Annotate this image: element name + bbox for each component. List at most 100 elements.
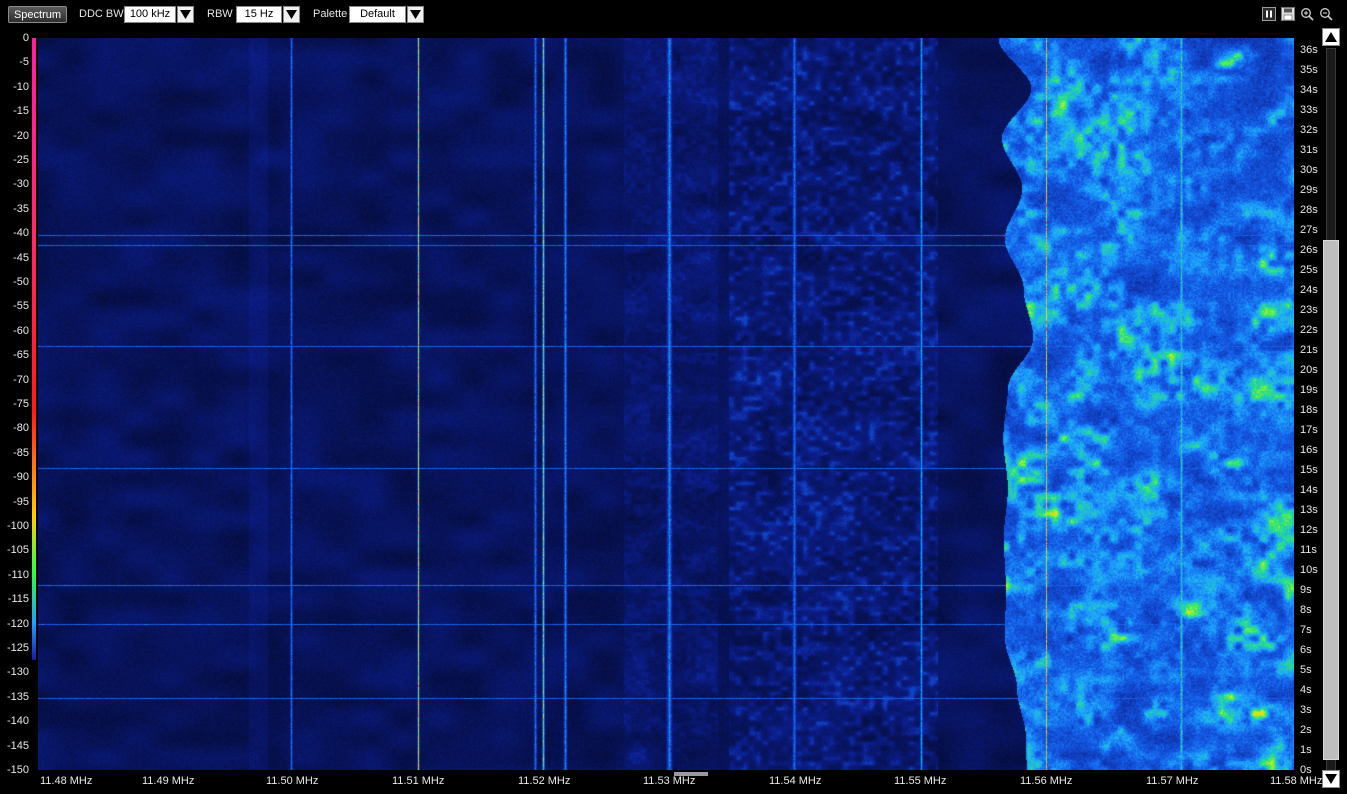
toolbar: Spectrum DDC BW 100 kHz RBW 15 Hz Palett… [0, 0, 1347, 28]
db-tick-label: -25 [13, 154, 29, 166]
waterfall-display[interactable] [38, 38, 1294, 770]
ddc-bw-select[interactable]: 100 kHz [124, 6, 176, 23]
vertical-scrollbar[interactable] [1322, 28, 1340, 794]
time-tick-label: 35s [1300, 64, 1318, 76]
db-tick-label: -75 [13, 398, 29, 410]
db-tick-label: -120 [6, 617, 29, 630]
triangle-down-icon [1325, 774, 1337, 784]
db-tick-label: -60 [13, 324, 29, 337]
db-tick-label: -20 [13, 129, 29, 142]
palette-dropdown-button[interactable] [407, 6, 424, 23]
db-tick-label: -40 [13, 227, 29, 240]
triangle-down-icon [180, 10, 191, 19]
scroll-thumb[interactable] [1323, 240, 1339, 760]
db-tick-label: -130 [6, 666, 29, 679]
db-tick-label: -140 [6, 715, 29, 728]
db-tick-label: -15 [13, 105, 29, 118]
db-tick-label: -95 [13, 495, 29, 508]
db-tick-label: -100 [6, 520, 29, 532]
frequency-tick-label: 11.48 MHz [40, 775, 93, 787]
db-tick-label: -150 [6, 764, 29, 776]
time-tick-label: 15s [1300, 464, 1318, 476]
rbw-label: RBW [207, 8, 233, 20]
db-tick-label: -85 [13, 446, 29, 459]
triangle-up-icon [1325, 32, 1337, 42]
db-tick-label: -10 [13, 80, 29, 93]
time-tick-label: 9s [1300, 584, 1312, 596]
time-tick-label: 14s [1300, 484, 1318, 496]
scroll-up-button[interactable] [1322, 28, 1340, 46]
save-icon[interactable] [1281, 7, 1295, 21]
time-tick-label: 29s [1300, 184, 1318, 196]
triangle-down-icon [286, 10, 297, 19]
frequency-tick-label: 11.54 MHz [769, 775, 822, 787]
time-tick-label: 10s [1300, 564, 1318, 576]
db-tick-label: -55 [13, 300, 29, 313]
time-tick-label: 7s [1300, 624, 1312, 636]
db-tick-label: -45 [13, 251, 29, 264]
db-tick-label: -90 [13, 471, 29, 484]
frequency-tick-label: 11.52 MHz [518, 775, 571, 787]
db-tick-label: -5 [19, 56, 29, 69]
ddc-bw-dropdown-button[interactable] [177, 6, 194, 23]
pause-icon[interactable] [1262, 7, 1276, 21]
time-tick-label: 18s [1300, 404, 1318, 416]
rbw-select[interactable]: 15 Hz [236, 6, 282, 23]
time-tick-label: 28s [1300, 204, 1318, 216]
horizontal-scroll-thumb[interactable] [674, 772, 708, 776]
frequency-tick-label: 11.57 MHz [1146, 775, 1199, 787]
spectrum-button[interactable]: Spectrum [8, 6, 67, 23]
frequency-tick-label: 11.55 MHz [894, 775, 947, 787]
time-tick-label: 34s [1300, 84, 1318, 96]
db-tick-label: -30 [13, 178, 29, 191]
time-tick-label: 3s [1300, 704, 1312, 716]
time-tick-label: 26s [1300, 244, 1318, 256]
db-tick-label: -110 [7, 568, 29, 581]
db-tick-label: -50 [13, 276, 29, 288]
time-tick-label: 24s [1300, 284, 1318, 296]
rbw-dropdown-button[interactable] [283, 6, 300, 23]
ddc-bw-label: DDC BW [79, 8, 124, 20]
time-tick-label: 31s [1300, 144, 1318, 156]
frequency-tick-label: 11.56 MHz [1020, 775, 1073, 787]
db-tick-label: -80 [13, 422, 29, 435]
time-tick-label: 36s [1300, 44, 1318, 56]
time-tick-label: 20s [1300, 364, 1318, 376]
time-tick-label: 25s [1300, 264, 1318, 276]
time-tick-label: 2s [1300, 724, 1312, 736]
frequency-tick-label: 11.53 MHz [643, 775, 696, 787]
time-tick-label: 12s [1300, 524, 1318, 536]
triangle-down-icon [410, 10, 421, 19]
zoom-in-icon[interactable] [1300, 7, 1314, 21]
frequency-tick-label: 11.50 MHz [266, 775, 319, 787]
db-tick-label: -115 [7, 593, 29, 606]
time-tick-label: 1s [1300, 744, 1312, 756]
db-tick-label: -135 [6, 690, 29, 703]
time-tick-label: 27s [1300, 224, 1318, 236]
time-tick-label: 0s [1300, 764, 1312, 776]
time-tick-label: 5s [1300, 664, 1312, 676]
scroll-down-button[interactable] [1322, 770, 1340, 788]
waterfall-canvas [38, 38, 1294, 770]
db-tick-label: -145 [6, 739, 29, 752]
db-tick-label: -125 [6, 642, 29, 654]
zoom-out-icon[interactable] [1319, 7, 1333, 21]
db-axis: 0 -5 -10 -15 -20 -25 -30 -35 -40 -45 -50 -55 -60 -65 -… [0, 30, 32, 776]
time-tick-label: 16s [1300, 444, 1318, 456]
time-tick-label: 17s [1300, 424, 1318, 436]
db-tick-label: -70 [13, 373, 29, 386]
time-tick-label: 23s [1300, 304, 1318, 316]
time-tick-label: 21s [1300, 344, 1318, 356]
frequency-axis: 11.48 MHz 11.49 MHz 11.50 MHz 11.51 MHz 11.5… [38, 772, 1322, 794]
db-tick-label: 0 [22, 32, 29, 44]
time-tick-label: 33s [1300, 104, 1318, 116]
db-tick-label: -35 [13, 202, 29, 215]
palette-select[interactable]: Default [349, 6, 406, 23]
time-tick-label: 8s [1300, 604, 1312, 616]
time-tick-label: 4s [1300, 684, 1312, 696]
db-tick-label: -65 [13, 349, 29, 362]
db-tick-label: -105 [6, 544, 29, 557]
time-tick-label: 32s [1300, 124, 1318, 136]
time-tick-label: 30s [1300, 164, 1318, 176]
time-tick-label: 11s [1300, 544, 1317, 556]
